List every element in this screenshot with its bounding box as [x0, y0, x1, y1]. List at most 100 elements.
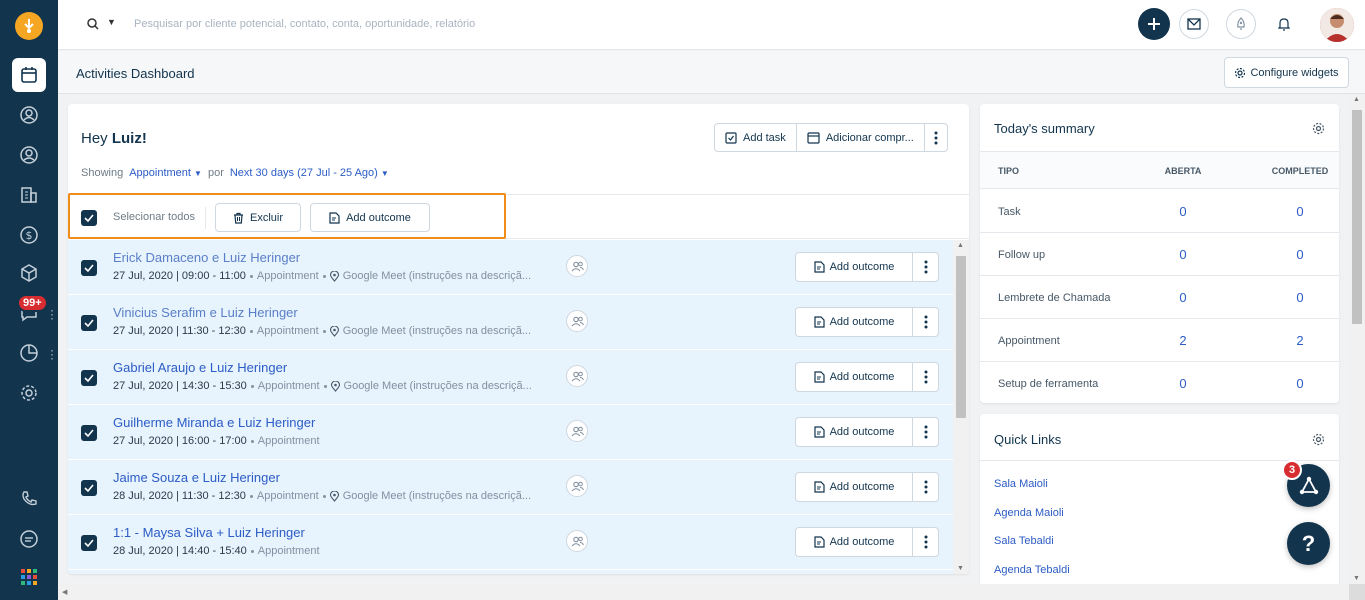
activity-title-link[interactable]: Guilherme Miranda e Luiz Heringer — [113, 415, 315, 430]
quick-link[interactable]: Agenda Tebaldi — [994, 564, 1070, 576]
add-task-button[interactable]: Add task — [715, 124, 797, 151]
row-more-button[interactable] — [913, 473, 938, 501]
configure-widgets-button[interactable]: Configure widgets — [1224, 57, 1349, 88]
summary-aberta-count[interactable]: 2 — [1147, 333, 1219, 348]
row-more-button[interactable] — [913, 363, 938, 391]
row-more-button[interactable] — [913, 308, 938, 336]
sidebar-item-phone[interactable] — [12, 482, 46, 516]
summary-completed-count[interactable]: 0 — [1260, 290, 1340, 305]
summary-aberta-count[interactable]: 0 — [1147, 247, 1219, 262]
row-checkbox[interactable] — [81, 370, 97, 386]
row-checkbox[interactable] — [81, 315, 97, 331]
row-checkbox[interactable] — [81, 535, 97, 551]
summary-completed-count[interactable]: 0 — [1260, 376, 1340, 391]
scroll-up-icon[interactable]: ▲ — [957, 242, 964, 249]
sidebar-item-settings[interactable] — [12, 376, 46, 410]
summary-aberta-count[interactable]: 0 — [1147, 204, 1219, 219]
scrollbar-thumb[interactable] — [956, 256, 966, 418]
row-more-button[interactable] — [913, 528, 938, 556]
summary-aberta-count[interactable]: 0 — [1147, 290, 1219, 305]
sidebar-item-apps[interactable] — [12, 560, 46, 594]
attendees-button[interactable] — [566, 255, 588, 277]
activity-row[interactable]: Jaime Souza e Luiz Heringer 28 Jul, 2020 … — [68, 460, 953, 515]
search-input[interactable] — [134, 12, 654, 36]
more-actions-button[interactable] — [925, 124, 947, 151]
scroll-left-icon[interactable]: ◀ — [62, 588, 67, 596]
activity-row[interactable]: 1:1 - Maysa Silva + Luiz Heringer 28 Jul,… — [68, 515, 953, 570]
summary-completed-count[interactable]: 0 — [1260, 204, 1340, 219]
activity-title-link[interactable]: Erick Damaceno e Luiz Heringer — [113, 250, 300, 265]
attendees-button[interactable] — [566, 420, 588, 442]
summary-completed-count[interactable]: 0 — [1260, 247, 1340, 262]
sidebar-item-activities[interactable] — [12, 58, 46, 92]
more-dots-icon[interactable]: · · · — [49, 304, 55, 324]
add-outcome-button[interactable]: Add outcome — [796, 528, 913, 556]
dollar-icon: $ — [20, 226, 38, 244]
add-outcome-button[interactable]: Add outcome — [796, 363, 913, 391]
activity-meta: 27 Jul, 2020 | 16:00 - 17:00 Appointment — [113, 435, 320, 447]
summary-title: Today's summary — [994, 121, 1095, 136]
row-checkbox[interactable] — [81, 260, 97, 276]
search-icon[interactable] — [86, 17, 100, 34]
quick-link[interactable]: Sala Tebaldi — [994, 535, 1054, 547]
attendees-button[interactable] — [566, 530, 588, 552]
user-avatar[interactable] — [1320, 8, 1354, 42]
summary-row: Task 0 0 — [980, 190, 1339, 233]
quick-links-settings-gear-icon[interactable] — [1312, 433, 1325, 449]
bulk-add-outcome-button[interactable]: Add outcome — [310, 203, 430, 232]
activity-row[interactable]: Guilherme Miranda e Luiz Heringer 27 Jul,… — [68, 405, 953, 460]
page-horizontal-scrollbar[interactable]: ◀ — [58, 584, 1349, 600]
sidebar-item-products[interactable] — [12, 256, 46, 290]
attendees-button[interactable] — [566, 365, 588, 387]
add-outcome-button[interactable]: Add outcome — [796, 418, 913, 446]
quick-link[interactable]: Sala Maioli — [994, 478, 1048, 490]
activity-row[interactable]: Vinicius Serafim e Luiz Heringer 27 Jul, … — [68, 295, 953, 350]
sidebar-item-leads[interactable] — [12, 98, 46, 132]
scroll-up-icon[interactable]: ▲ — [1353, 96, 1360, 103]
scrollbar-thumb[interactable] — [1352, 110, 1362, 324]
page-vertical-scrollbar[interactable]: ▲ ▼ — [1349, 94, 1365, 584]
activity-title-link[interactable]: Jaime Souza e Luiz Heringer — [113, 470, 280, 485]
delete-button[interactable]: Excluir — [215, 203, 301, 232]
add-outcome-button[interactable]: Add outcome — [796, 473, 913, 501]
summary-settings-gear-icon[interactable] — [1312, 122, 1325, 138]
more-dots-icon[interactable]: · · · — [49, 344, 55, 364]
attendees-button[interactable] — [566, 310, 588, 332]
notifications-button[interactable] — [1269, 9, 1299, 39]
task-icon — [725, 132, 737, 144]
email-button[interactable] — [1179, 9, 1209, 39]
filter-range-dropdown[interactable]: Next 30 days (27 Jul - 25 Ago) ▼ — [230, 167, 389, 179]
add-outcome-button[interactable]: Add outcome — [796, 253, 913, 281]
sidebar-item-accounts[interactable] — [12, 178, 46, 212]
quick-link[interactable]: Agenda Maioli — [994, 507, 1064, 519]
row-more-button[interactable] — [913, 418, 938, 446]
sidebar-item-messages[interactable] — [12, 522, 46, 556]
activity-title-link[interactable]: 1:1 - Maysa Silva + Luiz Heringer — [113, 525, 305, 540]
summary-completed-count[interactable]: 2 — [1260, 333, 1340, 348]
whats-new-button[interactable] — [1226, 9, 1256, 39]
app-logo[interactable] — [15, 12, 43, 40]
sidebar-item-deals[interactable]: $ — [12, 218, 46, 252]
add-outcome-button[interactable]: Add outcome — [796, 308, 913, 336]
search-scope-chevron-icon[interactable]: ▼ — [107, 17, 116, 27]
quick-add-button[interactable] — [1138, 8, 1170, 40]
filter-type-dropdown[interactable]: Appointment ▼ — [129, 167, 202, 179]
summary-aberta-count[interactable]: 0 — [1147, 376, 1219, 391]
row-checkbox[interactable] — [81, 480, 97, 496]
list-scrollbar[interactable]: ▲ ▼ — [953, 240, 969, 574]
sidebar-item-reports[interactable] — [12, 336, 46, 370]
attendees-button[interactable] — [566, 475, 588, 497]
greeting: Hey Luiz! — [81, 130, 147, 147]
add-appointment-button[interactable]: Adicionar compr... — [797, 124, 925, 151]
select-all-checkbox[interactable] — [81, 210, 97, 226]
scroll-down-icon[interactable]: ▼ — [1353, 575, 1360, 582]
activity-title-link[interactable]: Vinicius Serafim e Luiz Heringer — [113, 305, 298, 320]
row-more-button[interactable] — [913, 253, 938, 281]
activity-row[interactable]: Gabriel Araujo e Luiz Heringer 27 Jul, 20… — [68, 350, 953, 405]
activity-title-link[interactable]: Gabriel Araujo e Luiz Heringer — [113, 360, 287, 375]
scroll-down-icon[interactable]: ▼ — [957, 565, 964, 572]
activity-row[interactable]: Erick Damaceno e Luiz Heringer 27 Jul, 20… — [68, 240, 953, 295]
help-fab-button[interactable]: ? — [1287, 522, 1330, 565]
sidebar-item-contacts[interactable] — [12, 138, 46, 172]
row-checkbox[interactable] — [81, 425, 97, 441]
